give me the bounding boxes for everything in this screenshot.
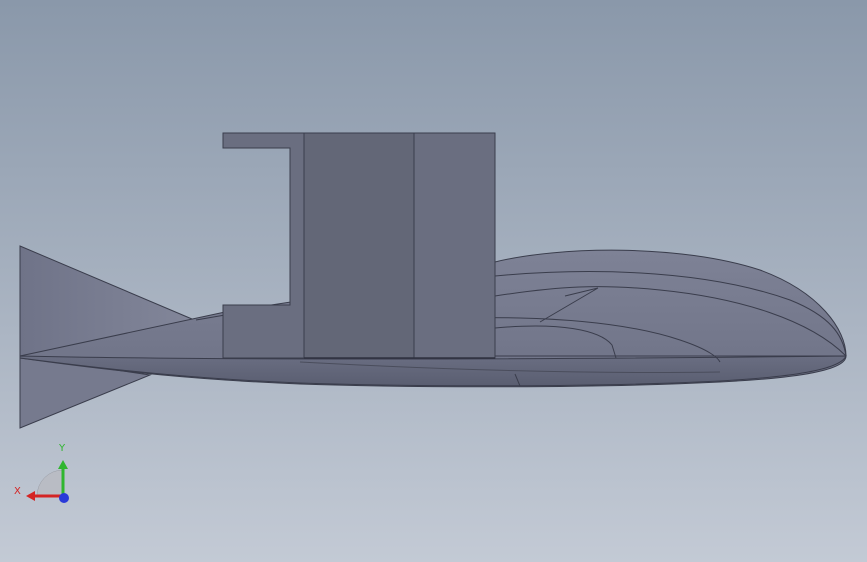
hull-underside [19,355,847,387]
bracket [222,132,305,359]
triad-graphic [26,460,69,503]
graphics-viewport[interactable]: Y X [0,0,867,562]
x-axis-arrowhead [26,491,35,501]
block-left-face [303,132,415,359]
triad-quadrant [36,469,64,497]
orientation-triad: Y X [10,440,80,510]
x-axis-label: X [14,486,21,497]
z-axis-dot [59,493,69,503]
3d-model[interactable] [0,0,867,562]
y-axis-arrowhead [58,460,68,469]
block-right-face [413,132,496,359]
y-axis-label: Y [59,443,66,454]
